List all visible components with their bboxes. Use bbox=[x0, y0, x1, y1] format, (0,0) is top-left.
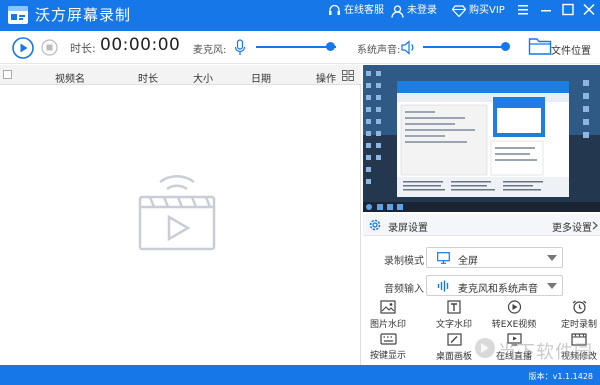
microphone-label: 麦克风: bbox=[193, 45, 227, 56]
tool-label: 文字水印 bbox=[435, 320, 472, 330]
online-service-button[interactable]: 在线客服 bbox=[328, 0, 384, 22]
record-play-button[interactable] bbox=[12, 37, 34, 59]
grid-view-icon[interactable] bbox=[342, 70, 354, 81]
more-settings-label: 更多设置 bbox=[552, 223, 592, 234]
chevron-down-icon bbox=[547, 283, 557, 289]
microphone-volume-slider[interactable] bbox=[256, 46, 336, 48]
headset-icon bbox=[329, 5, 340, 15]
audio-input-select[interactable]: 麦克风和系统声音 bbox=[426, 275, 563, 296]
column-name[interactable]: 视频名 bbox=[55, 70, 85, 85]
system-sound-label: 系统声音: bbox=[357, 45, 401, 56]
chevron-down-icon bbox=[547, 255, 557, 261]
watermark-logo-icon bbox=[475, 338, 495, 358]
online-service-label: 在线客服 bbox=[344, 5, 384, 16]
tool-label: 转EXE视频 bbox=[491, 320, 537, 330]
keyboard-icon bbox=[379, 333, 397, 345]
image-icon bbox=[380, 300, 396, 314]
column-actions: 操作 bbox=[316, 74, 336, 85]
column-date[interactable]: 日期 bbox=[251, 70, 271, 85]
desktop-preview-image bbox=[363, 65, 600, 212]
chevron-right-icon bbox=[592, 221, 598, 230]
gear-icon bbox=[369, 219, 381, 231]
app-title: 沃方屏幕录制 bbox=[35, 6, 132, 24]
stop-button[interactable] bbox=[41, 39, 58, 56]
screen-preview bbox=[363, 65, 600, 212]
speaker-icon[interactable] bbox=[401, 39, 417, 56]
list-header: 视频名 时长 大小 日期 操作 bbox=[0, 65, 361, 85]
recording-mode-select[interactable]: 全屏 bbox=[426, 247, 563, 268]
column-duration[interactable]: 时长 bbox=[138, 70, 158, 85]
recording-settings-title: 录屏设置 bbox=[388, 223, 428, 234]
duration-value: 00:00:00 bbox=[100, 35, 181, 55]
audio-input-value: 麦克风和系统声音 bbox=[458, 284, 538, 295]
convert-icon bbox=[507, 300, 521, 314]
audio-input-label: 音频输入 bbox=[384, 284, 424, 295]
recording-mode-label: 录制模式 bbox=[384, 256, 424, 267]
recording-mode-value: 全屏 bbox=[458, 256, 478, 267]
text-icon bbox=[447, 300, 461, 314]
image-watermark-tool[interactable]: 图片水印 bbox=[360, 300, 416, 336]
system-volume-knob[interactable] bbox=[500, 42, 510, 51]
microphone-icon[interactable] bbox=[234, 39, 246, 56]
version-label: 版本：v1.1.1428 bbox=[528, 372, 593, 381]
microphone-volume-knob[interactable] bbox=[325, 42, 335, 51]
control-bar: 时长: 00:00:00 麦克风: 系统声音: 文件位置 bbox=[0, 31, 600, 64]
select-all-checkbox[interactable] bbox=[3, 70, 12, 79]
duration-label: 时长: bbox=[70, 42, 96, 55]
buy-vip-label: 购买VIP bbox=[469, 5, 505, 16]
minimize-icon[interactable] bbox=[537, 2, 555, 18]
video-list: 视频名 时长 大小 日期 操作 bbox=[0, 65, 361, 365]
pen-icon bbox=[446, 333, 462, 346]
tool-label: 按键显示 bbox=[369, 351, 406, 361]
system-volume-slider[interactable] bbox=[423, 46, 509, 48]
more-settings-link[interactable]: 更多设置 bbox=[550, 214, 600, 236]
watermark-text: 当下软件园 bbox=[498, 342, 593, 363]
tool-label: 定时录制 bbox=[560, 320, 597, 330]
login-label: 未登录 bbox=[407, 5, 437, 16]
diamond-icon bbox=[452, 5, 466, 17]
text-watermark-tool[interactable]: 文字水印 bbox=[426, 300, 482, 336]
tool-label: 图片水印 bbox=[369, 320, 406, 330]
login-button[interactable]: 未登录 bbox=[391, 0, 437, 22]
key-display-tool[interactable]: 按键显示 bbox=[360, 333, 416, 369]
empty-list-illustration bbox=[138, 175, 216, 251]
audio-wave-icon bbox=[437, 280, 449, 292]
monitor-icon bbox=[437, 252, 450, 264]
status-bar: 版本：v1.1.1428 bbox=[0, 365, 600, 385]
file-location-button[interactable]: 文件位置 bbox=[551, 42, 591, 57]
title-bar: 沃方屏幕录制 在线客服 未登录 购买VIP bbox=[0, 0, 600, 31]
menu-icon[interactable] bbox=[514, 2, 532, 18]
scheduled-recording-tool[interactable]: 定时录制 bbox=[551, 300, 600, 336]
app-logo-icon bbox=[8, 6, 28, 24]
user-icon bbox=[391, 4, 404, 18]
maximize-icon[interactable] bbox=[559, 2, 577, 18]
close-icon[interactable] bbox=[580, 2, 598, 18]
folder-icon[interactable] bbox=[528, 36, 552, 56]
column-size[interactable]: 大小 bbox=[193, 70, 213, 85]
buy-vip-button[interactable]: 购买VIP bbox=[452, 0, 505, 22]
convert-exe-tool[interactable]: 转EXE视频 bbox=[486, 300, 542, 336]
alarm-icon bbox=[572, 300, 586, 314]
